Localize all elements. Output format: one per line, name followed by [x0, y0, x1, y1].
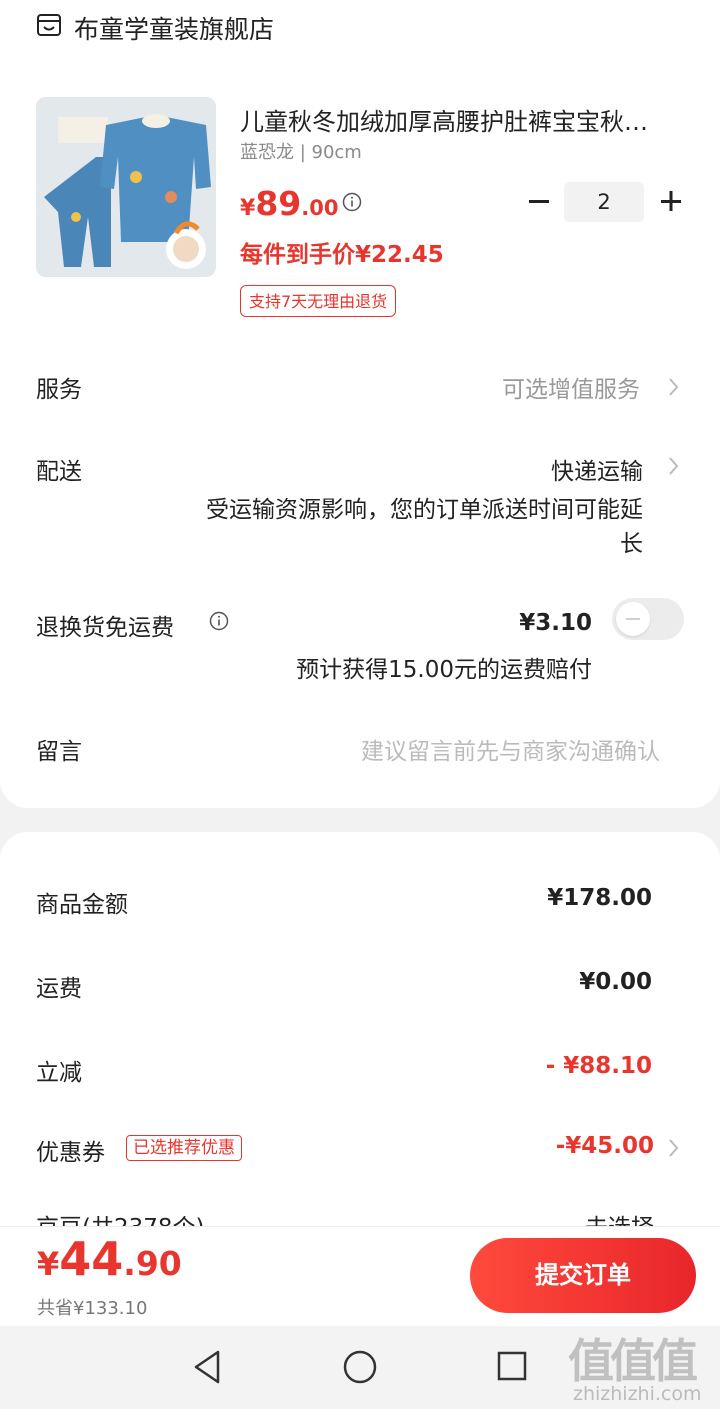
return-shipping-price: ¥3.10 [519, 610, 592, 636]
discount-label: 立减 [36, 1060, 82, 1086]
service-label: 服务 [36, 377, 82, 403]
coupon-value[interactable]: -¥45.00 [556, 1133, 654, 1159]
service-value[interactable]: 可选增值服务 [502, 370, 640, 404]
return-shipping-toggle[interactable] [612, 598, 684, 640]
message-input[interactable]: 建议留言前先与商家沟通确认 [361, 732, 660, 766]
delivery-note-line1: 受运输资源影响，您的订单派送时间可能延 [206, 497, 643, 523]
recents-icon[interactable] [496, 1350, 528, 1382]
total-symbol: ¥ [37, 1245, 60, 1283]
store-name[interactable]: 布童学童装旗舰店 [74, 10, 274, 46]
total-price: ¥44.90 [37, 1232, 182, 1286]
goods-amount-label: 商品金额 [36, 892, 128, 918]
info-icon[interactable] [209, 611, 229, 631]
minus-icon[interactable] [524, 186, 554, 216]
product-image[interactable] [36, 97, 216, 277]
product-variant[interactable]: 蓝恐龙 | 90cm [240, 138, 362, 164]
coupon-label: 优惠券 [36, 1140, 105, 1166]
chevron-right-icon[interactable] [668, 455, 680, 477]
submit-order-button[interactable]: 提交订单 [470, 1238, 696, 1313]
price-symbol: ¥ [240, 196, 256, 221]
chevron-right-icon[interactable] [668, 1137, 680, 1159]
back-icon[interactable] [190, 1348, 224, 1386]
coupon-badge[interactable]: 已选推荐优惠 [126, 1135, 242, 1161]
total-integer: 44 [59, 1232, 124, 1286]
watermark-url: zhizhizhi.com [573, 1383, 702, 1405]
product-title[interactable]: 儿童秋冬加绒加厚高腰护肚裤宝宝秋… [240, 102, 690, 137]
plus-icon[interactable] [656, 186, 686, 216]
price-integer: 89 [255, 184, 302, 223]
price-decimal: .00 [301, 196, 339, 220]
toggle-knob [616, 602, 650, 636]
freight-label: 运费 [36, 976, 82, 1002]
delivery-note-line2: 长 [620, 531, 643, 557]
return-policy-badge: 支持7天无理由退货 [240, 285, 397, 317]
saved-amount: 共省¥133.10 [37, 1298, 148, 1319]
return-shipping-note: 预计获得15.00元的运费赔付 [296, 657, 592, 683]
product-price: ¥89.00 [240, 184, 338, 223]
freight-value: ¥0.00 [579, 969, 652, 995]
chevron-right-icon[interactable] [668, 376, 680, 398]
info-icon[interactable] [342, 192, 362, 212]
discount-value: - ¥88.10 [545, 1053, 652, 1079]
watermark-logo: 值值值 [568, 1334, 698, 1388]
home-icon[interactable] [342, 1349, 378, 1385]
quantity-value[interactable]: 2 [564, 182, 644, 222]
goods-amount-value: ¥178.00 [547, 885, 652, 911]
message-label: 留言 [36, 739, 82, 765]
store-icon [37, 14, 61, 36]
total-decimal: .90 [123, 1244, 182, 1283]
per-item-price: 每件到手价¥22.45 [240, 242, 444, 268]
return-shipping-label: 退换货免运费 [36, 615, 174, 641]
delivery-value[interactable]: 快递运输 [551, 452, 643, 486]
delivery-label: 配送 [36, 459, 82, 485]
